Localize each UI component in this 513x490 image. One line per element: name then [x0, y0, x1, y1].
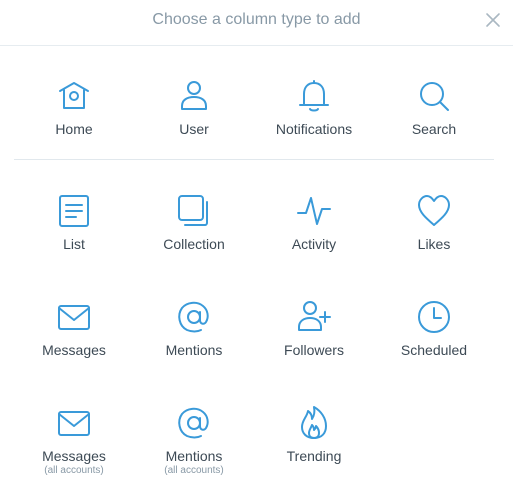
column-type-user[interactable]: User	[134, 78, 254, 178]
column-type-label: Activity	[291, 236, 337, 252]
list-icon	[56, 193, 92, 229]
column-type-label: User	[179, 121, 209, 137]
column-type-mentions-all-accounts[interactable]: Mentions (all accounts)	[134, 405, 254, 490]
column-type-label: Home	[55, 121, 93, 137]
column-type-label: Likes	[417, 236, 451, 252]
column-type-activity[interactable]: Activity	[254, 193, 374, 293]
modal-title: Choose a column type to add	[152, 11, 361, 28]
collection-icon	[176, 193, 212, 229]
clock-icon	[416, 299, 452, 335]
close-icon	[486, 13, 500, 27]
column-type-sublabel: (all accounts)	[164, 465, 224, 476]
column-type-likes[interactable]: Likes	[374, 193, 494, 293]
column-type-mentions[interactable]: Mentions	[134, 299, 254, 399]
column-type-label: Mentions	[165, 448, 223, 464]
column-type-label: Messages	[42, 342, 106, 358]
column-type-label: Notifications	[275, 121, 353, 137]
column-type-list[interactable]: List	[14, 193, 134, 293]
user-icon	[176, 78, 212, 114]
section-divider	[14, 159, 494, 160]
column-type-home[interactable]: Home	[14, 78, 134, 178]
column-type-collection[interactable]: Collection	[134, 193, 254, 293]
column-type-notifications[interactable]: Notifications	[254, 78, 374, 178]
column-type-messages[interactable]: Messages	[14, 299, 134, 399]
column-type-trending[interactable]: Trending	[254, 405, 374, 490]
add-column-modal: Choose a column type to add Home User No…	[0, 0, 513, 490]
column-type-followers[interactable]: Followers	[254, 299, 374, 399]
column-type-scheduled[interactable]: Scheduled	[374, 299, 494, 399]
column-type-label: Trending	[286, 448, 342, 464]
activity-icon	[296, 193, 332, 229]
heart-icon	[416, 193, 452, 229]
at-sign-icon	[176, 299, 212, 335]
modal-header: Choose a column type to add	[0, 0, 513, 46]
column-type-label: List	[63, 236, 85, 252]
column-type-label: Search	[411, 121, 457, 137]
envelope-icon	[56, 405, 92, 441]
close-button[interactable]	[483, 10, 503, 30]
at-sign-icon	[176, 405, 212, 441]
column-type-search[interactable]: Search	[374, 78, 494, 178]
home-icon	[56, 78, 92, 114]
flame-icon	[296, 405, 332, 441]
column-type-label: Messages	[42, 448, 106, 464]
envelope-icon	[56, 299, 92, 335]
search-icon	[416, 78, 452, 114]
column-type-label: Mentions	[165, 342, 223, 358]
column-type-label: Collection	[163, 236, 225, 252]
column-type-label: Followers	[284, 342, 344, 358]
column-type-messages-all-accounts[interactable]: Messages (all accounts)	[14, 405, 134, 490]
add-user-icon	[296, 299, 332, 335]
bell-icon	[296, 78, 332, 114]
column-type-label: Scheduled	[400, 342, 468, 358]
column-type-sublabel: (all accounts)	[44, 465, 104, 476]
